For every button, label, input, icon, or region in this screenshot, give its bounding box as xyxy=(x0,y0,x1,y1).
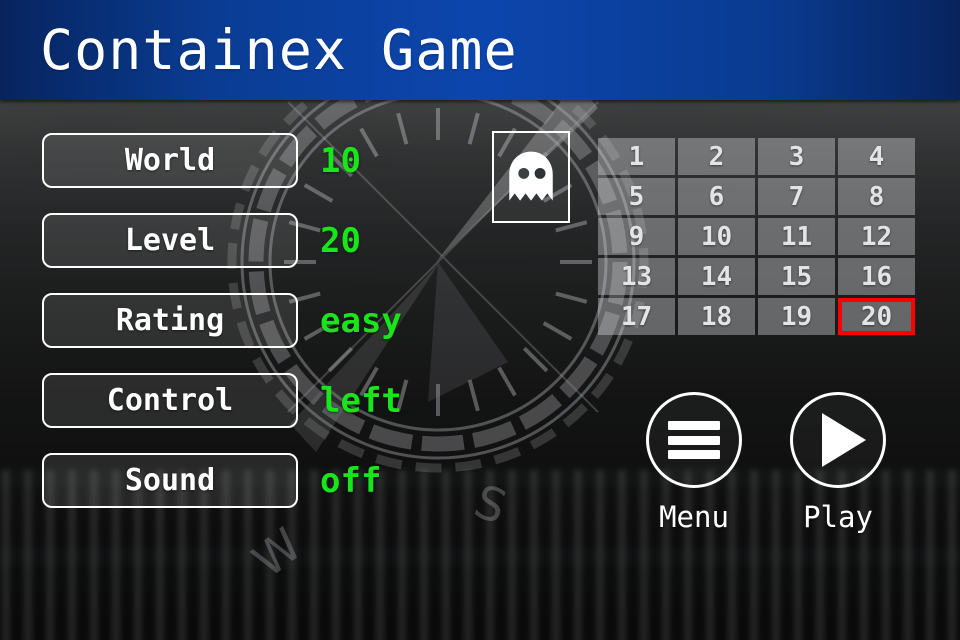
menu-button[interactable]: Menu xyxy=(646,392,742,534)
play-button-label: Play xyxy=(803,500,873,534)
level-cell[interactable]: 17 xyxy=(598,298,675,335)
setting-row-level: Level 20 xyxy=(42,213,462,268)
level-cell[interactable]: 3 xyxy=(758,138,835,175)
level-cell[interactable]: 5 xyxy=(598,178,675,215)
level-cell[interactable]: 13 xyxy=(598,258,675,295)
level-cell[interactable]: 10 xyxy=(678,218,755,255)
setting-button-level[interactable]: Level xyxy=(42,213,298,268)
title-bar: Containex Game xyxy=(0,0,960,100)
level-cell[interactable]: 16 xyxy=(838,258,915,295)
level-grid: 1 2 3 4 5 6 7 8 9 10 11 12 13 14 15 16 1… xyxy=(598,138,920,335)
page-title: Containex Game xyxy=(40,18,518,82)
setting-button-rating[interactable]: Rating xyxy=(42,293,298,348)
hamburger-icon xyxy=(668,421,720,459)
level-cell[interactable]: 4 xyxy=(838,138,915,175)
setting-value-control: left xyxy=(320,380,402,421)
level-cell[interactable]: 6 xyxy=(678,178,755,215)
setting-value-rating: easy xyxy=(320,300,402,341)
play-icon xyxy=(822,413,866,467)
setting-row-rating: Rating easy xyxy=(42,293,462,348)
setting-value-level: 20 xyxy=(320,220,361,261)
level-cell[interactable]: 19 xyxy=(758,298,835,335)
level-cell[interactable]: 11 xyxy=(758,218,835,255)
ghost-badge[interactable] xyxy=(492,131,570,223)
play-button-circle[interactable] xyxy=(790,392,886,488)
setting-button-control[interactable]: Control xyxy=(42,373,298,428)
settings-list: World 10 Level 20 Rating easy Control le… xyxy=(42,133,462,533)
level-cell[interactable]: 14 xyxy=(678,258,755,295)
setting-value-sound: off xyxy=(320,460,382,501)
level-cell[interactable]: 18 xyxy=(678,298,755,335)
ghost-icon xyxy=(509,151,553,201)
menu-button-circle[interactable] xyxy=(646,392,742,488)
level-cell[interactable]: 1 xyxy=(598,138,675,175)
level-cell[interactable]: 12 xyxy=(838,218,915,255)
setting-row-control: Control left xyxy=(42,373,462,428)
setting-row-world: World 10 xyxy=(42,133,462,188)
setting-button-sound[interactable]: Sound xyxy=(42,453,298,508)
level-cell-selected[interactable]: 20 xyxy=(838,298,915,335)
setting-button-world[interactable]: World xyxy=(42,133,298,188)
game-screen: N E S W Containex Game World 10 Level 20… xyxy=(0,0,960,640)
play-button[interactable]: Play xyxy=(790,392,886,534)
level-cell[interactable]: 7 xyxy=(758,178,835,215)
menu-button-label: Menu xyxy=(659,500,729,534)
setting-row-sound: Sound off xyxy=(42,453,462,508)
action-buttons: Menu Play xyxy=(646,392,886,534)
setting-value-world: 10 xyxy=(320,140,361,181)
level-cell[interactable]: 9 xyxy=(598,218,675,255)
level-cell[interactable]: 8 xyxy=(838,178,915,215)
level-cell[interactable]: 15 xyxy=(758,258,835,295)
level-cell[interactable]: 2 xyxy=(678,138,755,175)
